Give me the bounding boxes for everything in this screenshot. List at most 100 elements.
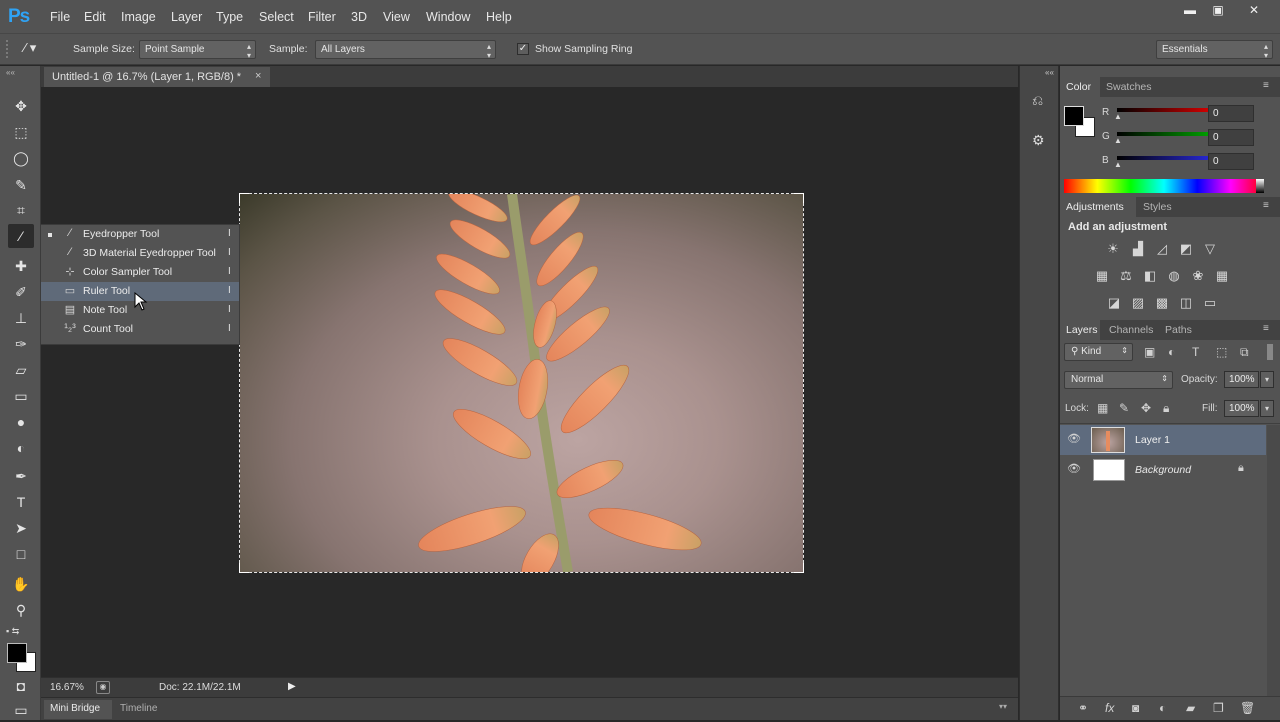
menu-type[interactable]: Type xyxy=(216,10,243,24)
threshold-icon[interactable]: ▩ xyxy=(1153,295,1171,311)
tab-swatches[interactable]: Swatches xyxy=(1106,81,1152,93)
filter-type-icon[interactable]: T xyxy=(1192,345,1199,359)
clone-stamp-tool-icon[interactable]: ⊥ xyxy=(8,306,34,330)
menu-window[interactable]: Window xyxy=(426,10,470,24)
menu-help[interactable]: Help xyxy=(486,10,512,24)
brush-tool-icon[interactable]: ✐ xyxy=(8,280,34,304)
exposure-icon[interactable]: ◩ xyxy=(1177,241,1195,257)
lock-pixels-icon[interactable]: ✎ xyxy=(1119,401,1129,415)
close-window-button[interactable]: ✕ xyxy=(1240,3,1268,21)
vibrance-icon[interactable]: ▽ xyxy=(1201,241,1219,257)
zoom-tool-icon[interactable]: ⚲ xyxy=(8,598,34,622)
dodge-tool-icon[interactable]: ◐ xyxy=(8,436,34,460)
menu-view[interactable]: View xyxy=(383,10,410,24)
default-colors-icon[interactable]: ▪ ⇆ xyxy=(6,626,19,637)
color-balance-icon[interactable]: ⚖ xyxy=(1117,268,1135,284)
tab-channels[interactable]: Channels xyxy=(1109,324,1153,336)
lasso-tool-icon[interactable]: ◯ xyxy=(8,146,34,170)
menu-layer[interactable]: Layer xyxy=(171,10,202,24)
slider-thumb-icon[interactable]: ▲ xyxy=(1114,136,1122,145)
slider-thumb-icon[interactable]: ▲ xyxy=(1114,160,1122,169)
transform-handle[interactable] xyxy=(794,563,804,573)
quick-selection-tool-icon[interactable]: ✎ xyxy=(8,173,34,197)
rectangle-tool-icon[interactable]: □ xyxy=(8,542,34,566)
hand-tool-icon[interactable]: ✋ xyxy=(8,572,34,596)
flyout-item-color-sampler[interactable]: ⊹ Color Sampler Tool I xyxy=(41,263,239,282)
tab-layers[interactable]: Layers xyxy=(1066,324,1098,336)
close-tab-icon[interactable]: × xyxy=(255,70,261,82)
layer-filter-kind-select[interactable]: ⚲ Kind ⇕ xyxy=(1064,343,1133,361)
color-spectrum-ramp[interactable] xyxy=(1064,179,1264,193)
flyout-item-3d-material-eyedropper[interactable]: ⁄ 3D Material Eyedropper Tool I xyxy=(41,244,239,263)
menu-3d[interactable]: 3D xyxy=(351,10,367,24)
filter-shape-icon[interactable]: ⬚ xyxy=(1216,345,1227,359)
healing-brush-tool-icon[interactable]: ✚ xyxy=(8,254,34,278)
gradient-tool-icon[interactable]: ▭ xyxy=(8,384,34,408)
quick-mask-icon[interactable]: ◘ xyxy=(8,674,34,698)
lock-all-icon[interactable]: 🔒︎ xyxy=(1163,401,1169,416)
sample-select[interactable]: All Layers ▴ ▾ xyxy=(315,40,496,60)
photo-filter-icon[interactable]: ◍ xyxy=(1165,268,1183,284)
new-layer-icon[interactable]: ❐ xyxy=(1213,701,1224,715)
black-white-ramp[interactable] xyxy=(1256,179,1264,193)
layer-name[interactable]: Background xyxy=(1135,464,1191,476)
sample-size-select[interactable]: Point Sample ▴ ▾ xyxy=(139,40,256,60)
history-panel-icon[interactable]: ⎌ xyxy=(1032,92,1043,109)
levels-icon[interactable]: ▟ xyxy=(1129,241,1147,257)
layers-scrollbar[interactable] xyxy=(1267,425,1280,696)
new-group-icon[interactable]: ▰ xyxy=(1186,701,1195,715)
green-value-input[interactable]: 0 xyxy=(1208,129,1254,146)
transform-handle[interactable] xyxy=(794,193,804,203)
filter-smart-object-icon[interactable]: ⧉ xyxy=(1240,345,1249,360)
pen-tool-icon[interactable]: ✒ xyxy=(8,464,34,488)
blend-mode-select[interactable]: Normal ⇕ xyxy=(1064,371,1173,389)
zoom-level[interactable]: 16.67% xyxy=(50,682,84,693)
blue-value-input[interactable]: 0 xyxy=(1208,153,1254,170)
opacity-input[interactable]: 100% xyxy=(1224,371,1259,388)
layer-name[interactable]: Layer 1 xyxy=(1135,434,1170,446)
screen-mode-icon[interactable]: ▭ xyxy=(8,698,34,722)
status-info-icon[interactable]: ◉ xyxy=(96,681,110,694)
layer-row-background[interactable]: 👁︎ Background 🔒︎ xyxy=(1060,455,1266,485)
transform-handle[interactable] xyxy=(239,563,249,573)
path-selection-tool-icon[interactable]: ➤ xyxy=(8,516,34,540)
workspace-select[interactable]: Essentials ▴ ▾ xyxy=(1156,40,1273,60)
panel-menu-icon[interactable]: ≡ xyxy=(1263,200,1269,211)
opacity-dropdown-icon[interactable]: ▾ xyxy=(1260,371,1274,388)
flyout-item-count[interactable]: ¹₂³ Count Tool I xyxy=(41,320,239,339)
marquee-tool-icon[interactable]: ⬚ xyxy=(8,120,34,144)
menu-file[interactable]: File xyxy=(50,10,70,24)
properties-panel-icon[interactable]: ⚙ xyxy=(1032,132,1045,149)
maximize-button[interactable]: ▣ xyxy=(1204,3,1232,21)
show-sampling-ring-checkbox[interactable]: ✓ xyxy=(517,43,529,55)
color-lookup-icon[interactable]: ▦ xyxy=(1213,268,1231,284)
layer-locked-icon[interactable]: 🔒︎ xyxy=(1238,462,1244,475)
lock-position-icon[interactable]: ✥ xyxy=(1141,401,1151,415)
document-tab[interactable]: Untitled-1 @ 16.7% (Layer 1, RGB/8) * × xyxy=(44,67,270,87)
lock-transparent-icon[interactable]: ▦ xyxy=(1097,401,1108,415)
curves-icon[interactable]: ◿ xyxy=(1153,241,1171,257)
collapse-toolbar-icon[interactable]: «« xyxy=(6,68,15,77)
layer-style-fx-icon[interactable]: fx xyxy=(1105,701,1114,715)
history-brush-tool-icon[interactable]: ✑ xyxy=(8,332,34,356)
foreground-color-swatch[interactable] xyxy=(7,643,27,663)
type-tool-icon[interactable]: T xyxy=(8,490,34,514)
channel-mixer-icon[interactable]: ❀ xyxy=(1189,268,1207,284)
move-tool-icon[interactable]: ✥ xyxy=(8,94,34,118)
tab-timeline[interactable]: Timeline xyxy=(120,703,157,714)
black-white-icon[interactable]: ◧ xyxy=(1141,268,1159,284)
blur-tool-icon[interactable]: ● xyxy=(8,410,34,434)
panel-menu-icon[interactable]: ≡ xyxy=(1263,323,1269,334)
menu-select[interactable]: Select xyxy=(259,10,294,24)
visibility-eye-icon[interactable]: 👁︎ xyxy=(1067,462,1081,475)
add-mask-icon[interactable]: ◙ xyxy=(1132,701,1139,715)
options-grip[interactable] xyxy=(6,40,10,58)
fill-dropdown-icon[interactable]: ▾ xyxy=(1260,400,1274,417)
menu-filter[interactable]: Filter xyxy=(308,10,336,24)
transform-handle[interactable] xyxy=(239,193,249,203)
minimize-button[interactable]: ▬ xyxy=(1176,3,1204,21)
filter-adjustment-icon[interactable]: ◐ xyxy=(1168,345,1175,359)
visibility-eye-icon[interactable]: 👁︎ xyxy=(1067,432,1081,445)
new-adjustment-layer-icon[interactable]: ◐ xyxy=(1159,701,1166,715)
tool-preset-eyedropper-icon[interactable]: ⁄ ▾ xyxy=(24,40,54,59)
